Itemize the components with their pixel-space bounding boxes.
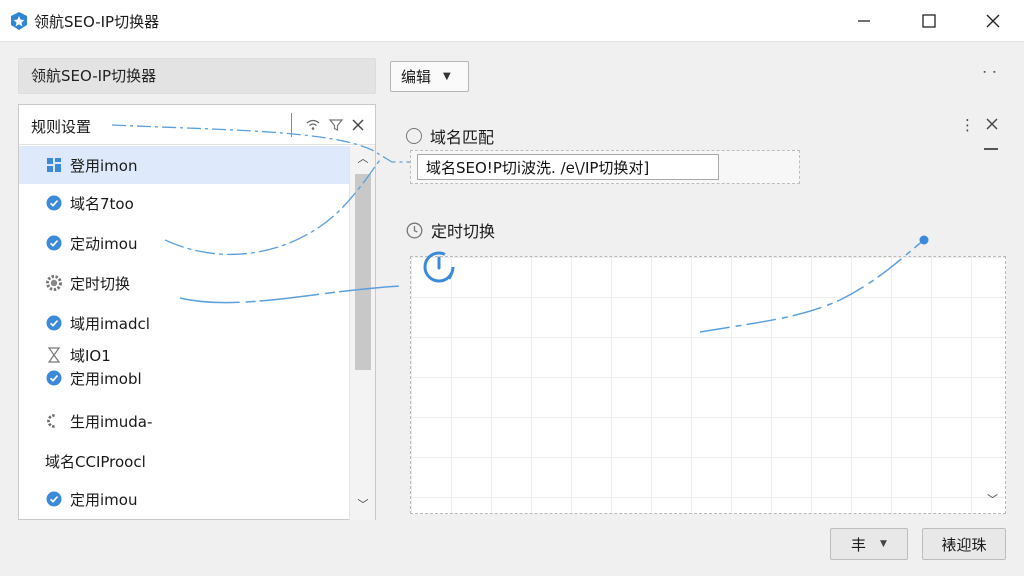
scrollbar[interactable]: ︿ ﹀ <box>349 146 375 520</box>
chevron-down-icon: ▼ <box>443 71 451 82</box>
check-circle-icon <box>45 491 62 508</box>
options-dropdown-button[interactable]: 丰 ▼ <box>830 528 908 560</box>
maximize-button[interactable] <box>907 4 951 38</box>
hourglass-icon <box>45 347 62 364</box>
close-window-button[interactable] <box>971 4 1015 38</box>
list-item[interactable]: 定用imou <box>19 480 349 518</box>
clock-icon <box>406 222 423 238</box>
rules-panel-title: 规则设置 <box>31 118 92 136</box>
list-item-label: 定动imou <box>70 234 138 253</box>
domain-match-option[interactable]: 域名匹配 <box>406 124 494 148</box>
list-item[interactable]: 登用imon <box>19 146 349 184</box>
timer-switch-label: 定时切换 <box>431 222 496 241</box>
close-icon <box>986 14 1000 28</box>
minimize-icon[interactable] <box>984 148 998 150</box>
chevron-up-icon[interactable]: ︿ <box>354 150 372 168</box>
app-name-field: 领航SEO-IP切换器 <box>18 58 376 94</box>
radio-button[interactable] <box>406 128 422 144</box>
chevron-down-icon[interactable]: ﹀ <box>354 496 372 514</box>
list-item-label: 定用imou <box>70 490 138 509</box>
list-item[interactable]: 定时切换 <box>19 264 349 302</box>
domain-field-container <box>410 150 800 184</box>
title-bar: 领航SEO-IP切换器 <box>0 0 1024 42</box>
minimize-button[interactable] <box>842 4 886 38</box>
maximize-icon <box>922 14 936 28</box>
check-circle-icon <box>45 315 62 332</box>
list-item-label: 生用imuda- <box>70 412 153 431</box>
list-item-label: 域名7too <box>70 194 134 213</box>
minimize-icon <box>858 20 870 22</box>
gear-half-icon <box>45 413 62 430</box>
edit-label: 编辑 <box>401 68 432 86</box>
domain-input[interactable] <box>417 154 719 180</box>
scroll-thumb[interactable] <box>355 174 371 370</box>
chevron-down-icon: ▼ <box>880 539 887 549</box>
list-item-label: 登用imon <box>70 156 138 175</box>
chevron-down-icon[interactable]: ﹀ <box>987 491 1001 506</box>
confirm-button[interactable]: 裱迎珠 <box>922 528 1006 560</box>
list-item-label: 域用imadcl <box>70 314 150 333</box>
timer-canvas[interactable]: ﹀ <box>410 256 1006 514</box>
wifi-icon[interactable] <box>305 117 321 133</box>
rules-panel-header: 规则设置 <box>19 105 375 145</box>
confirm-label: 裱迎珠 <box>941 535 987 554</box>
rules-list: 登用imon 域名7too 定动imou 定时切换 域用imadcl 域IO1 … <box>19 146 349 520</box>
list-item-label: 域名CCIProocl <box>45 452 146 471</box>
domain-match-label: 域名匹配 <box>430 128 495 147</box>
settings-panel: 域名匹配 ⋮ 定时切换 ﹀ <box>392 104 1008 524</box>
list-item[interactable]: 域用imadcl <box>19 304 349 342</box>
timer-icon <box>423 251 455 283</box>
app-logo-icon <box>11 12 27 30</box>
edit-menu-button[interactable]: 编辑 ▼ <box>390 61 469 92</box>
list-item[interactable]: 域名CCIProocl <box>19 442 349 480</box>
list-item-label: 定用imobl <box>70 369 142 388</box>
close-icon[interactable] <box>986 118 998 130</box>
grid-icon <box>45 157 62 174</box>
options-dropdown-label: 丰 <box>851 535 867 554</box>
close-icon[interactable] <box>350 117 366 133</box>
toolbar-more-icon[interactable]: ⠂⠂ <box>982 66 1002 80</box>
list-item[interactable]: 生用imuda- <box>19 402 349 440</box>
list-item-label: 定时切换 <box>70 274 131 293</box>
check-circle-icon <box>45 370 62 387</box>
list-item[interactable]: 定用imobl <box>19 362 349 394</box>
list-item[interactable]: 定动imou <box>19 224 349 262</box>
filter-icon[interactable] <box>328 117 344 133</box>
timer-switch-option[interactable]: 定时切换 <box>406 218 495 242</box>
more-vertical-icon[interactable]: ⋮ <box>960 116 975 134</box>
window-title: 领航SEO-IP切换器 <box>34 13 160 31</box>
rules-panel: 规则设置 登用imon 域名7too 定动imou 定时切换 域用imadcl … <box>18 104 376 520</box>
gear-icon <box>45 275 62 292</box>
check-circle-icon <box>45 195 62 212</box>
divider <box>291 113 292 137</box>
check-circle-icon <box>45 235 62 252</box>
list-item[interactable]: 域名7too <box>19 184 349 222</box>
